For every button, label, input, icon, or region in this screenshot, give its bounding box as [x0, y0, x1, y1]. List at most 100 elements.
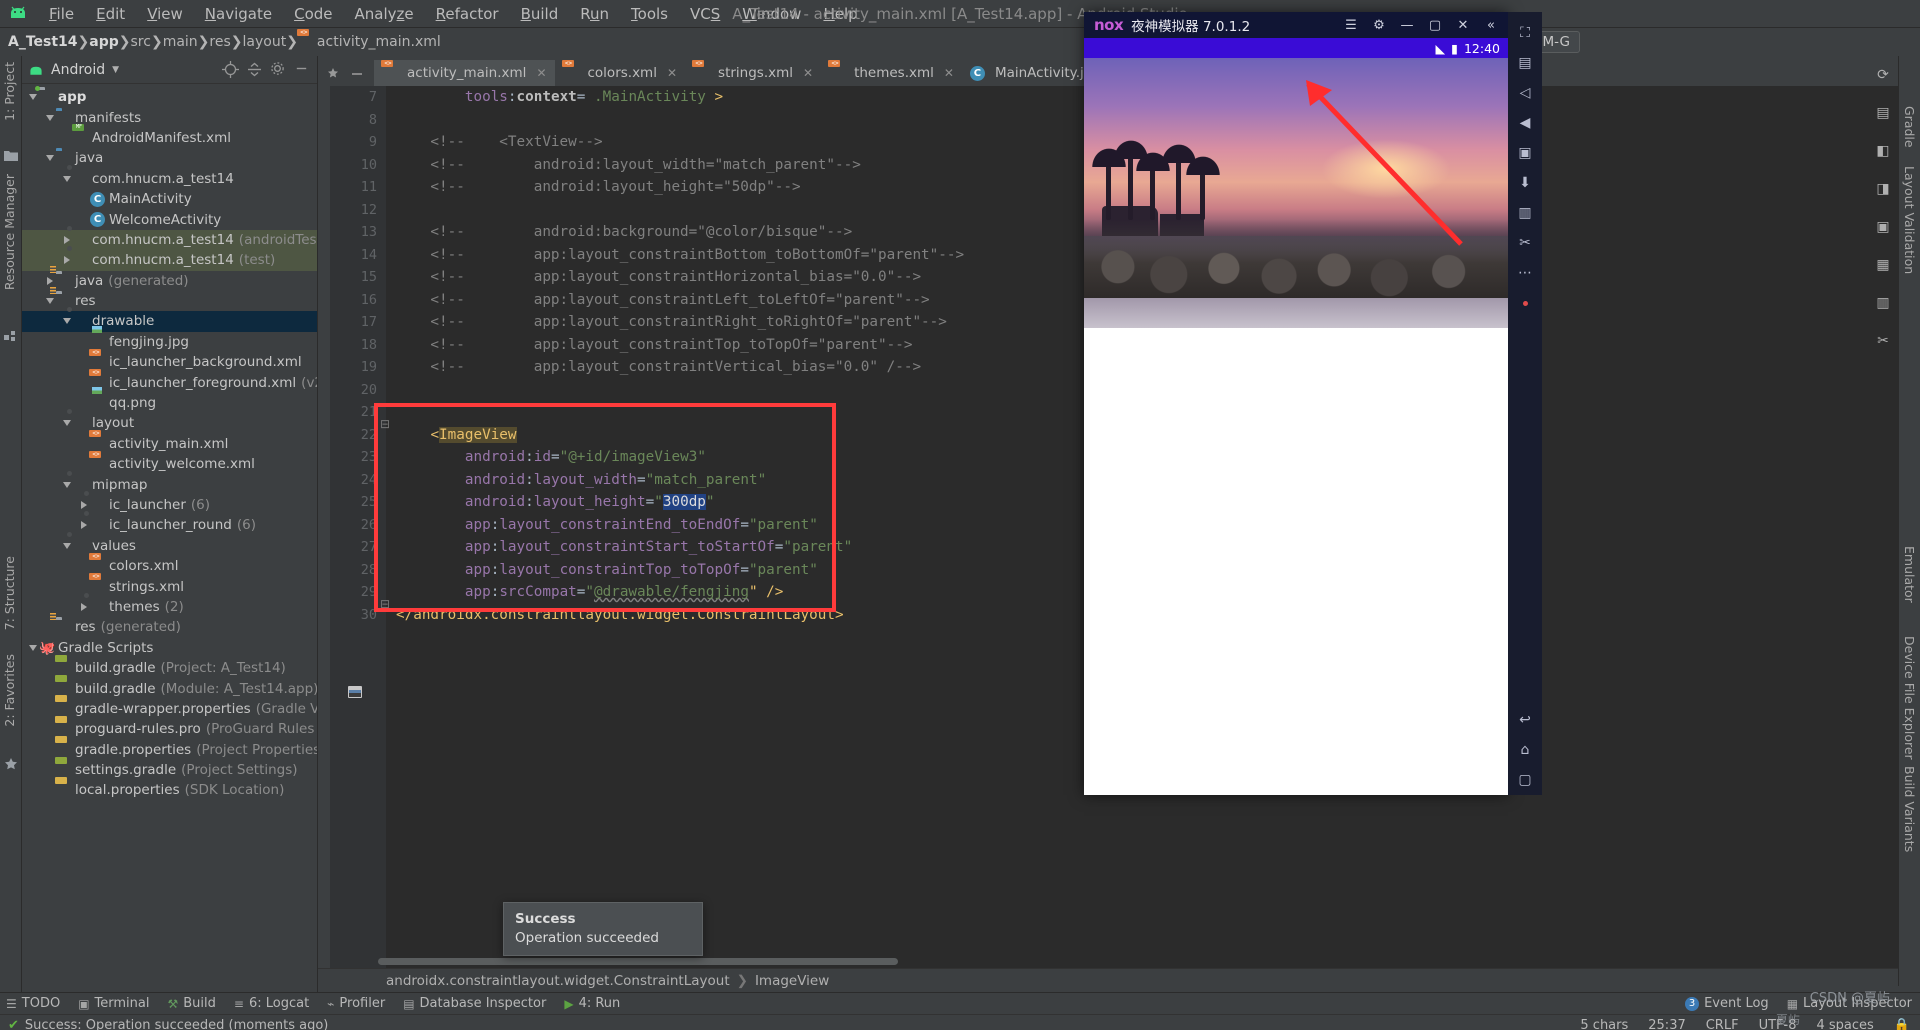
editor-tab-themes-xml[interactable]: <> themes.xml ✕: [821, 60, 962, 86]
screenshot-icon[interactable]: ▣: [1868, 208, 1898, 246]
close-icon[interactable]: ✕: [803, 66, 813, 80]
tree-item-ic-launcher-foreground-xml[interactable]: <>ic_launcher_foreground.xml(v24): [22, 369, 317, 392]
tree-item-androidmanifest-xml[interactable]: MF AndroidManifest.xml: [22, 124, 317, 148]
breadcrumb-item-6[interactable]: activity_main.xml: [317, 34, 441, 50]
image-preview-gutter-icon[interactable]: [348, 686, 362, 698]
tree-item-app[interactable]: app: [22, 85, 317, 107]
expand-arrow-icon[interactable]: [43, 298, 56, 305]
device-screen[interactable]: [1084, 58, 1508, 795]
camera-icon[interactable]: ▦: [1868, 246, 1898, 284]
collapse-icon[interactable]: «: [1478, 13, 1504, 37]
menu-edit[interactable]: Edit: [85, 3, 136, 25]
breadcrumb-item-0[interactable]: A_Test14: [8, 34, 78, 50]
back-icon[interactable]: ↩: [1508, 705, 1542, 735]
tree-item-themes[interactable]: themes (2): [22, 597, 317, 617]
fold-marker-icon[interactable]: ⊟: [380, 417, 390, 431]
close-icon[interactable]: ✕: [536, 66, 546, 80]
tree-item-com-hnucm-a-test14[interactable]: com.hnucm.a_test14: [22, 169, 317, 189]
tree-item-drawable[interactable]: drawable: [22, 311, 317, 332]
editor-breadcrumb-item-0[interactable]: androidx.constraintlayout.widget.Constra…: [386, 973, 730, 989]
pin-icon[interactable]: [326, 66, 340, 80]
menu-vcs[interactable]: VCS: [679, 3, 731, 25]
nox-emulator-window[interactable]: nox 夜神模拟器 7.0.1.2 ☰ ⚙ — ▢ ✕ « ◣ ▮ 12:40: [1084, 12, 1508, 795]
tree-item-com-hnucm-a-test14[interactable]: com.hnucm.a_test14 (test): [22, 250, 317, 271]
tree-item-activity-welcome-xml[interactable]: <> activity_welcome.xml: [22, 451, 317, 474]
recents-icon[interactable]: ▢: [1508, 765, 1542, 795]
close-icon[interactable]: ✕: [944, 66, 954, 80]
folder-icon[interactable]: [4, 146, 18, 161]
star-icon[interactable]: [4, 756, 18, 770]
volume-down-icon[interactable]: ◀: [1508, 108, 1542, 138]
target-icon[interactable]: [222, 61, 239, 78]
volume-icon[interactable]: ◧: [1868, 132, 1898, 170]
tree-item-manifests[interactable]: manifests: [22, 107, 317, 127]
fullscreen-icon[interactable]: ⛶: [1508, 18, 1542, 48]
expand-arrow-icon[interactable]: [60, 481, 73, 488]
gradle-refresh-icon[interactable]: ⟳: [1868, 56, 1898, 94]
expand-arrow-icon[interactable]: [43, 155, 56, 162]
bottom-tab-logcat[interactable]: ≡ 6: Logcat: [234, 996, 309, 1011]
expand-arrow-icon[interactable]: [26, 94, 39, 101]
install-apk-icon[interactable]: ⬇: [1508, 168, 1542, 198]
tree-item-fengjing-jpg[interactable]: fengjing.jpg: [22, 332, 317, 352]
rail-item-favorites[interactable]: 2: Favorites: [2, 654, 17, 727]
rotate-icon[interactable]: ◨: [1868, 170, 1898, 208]
collapse-all-icon[interactable]: [246, 61, 263, 78]
layout-validation-icon[interactable]: ▤: [1868, 94, 1898, 132]
tree-item-strings-xml[interactable]: <> strings.xml: [22, 573, 317, 596]
breadcrumb-item-1[interactable]: app: [89, 34, 119, 50]
rail-item-device-file-explorer[interactable]: Device File Explorer: [1902, 636, 1917, 760]
menu-navigate[interactable]: Navigate: [194, 3, 283, 25]
expand-arrow-icon[interactable]: [60, 420, 73, 427]
project-tree[interactable]: app manifests MF AndroidManifest.xml java com…: [22, 84, 317, 992]
tree-item-res[interactable]: res (generated): [22, 617, 317, 637]
rail-item-resource-manager[interactable]: Resource Manager: [2, 174, 17, 290]
expand-arrow-icon[interactable]: [60, 175, 73, 182]
maximize-icon[interactable]: ▢: [1422, 13, 1448, 37]
bottom-tab-terminal[interactable]: ▣ Terminal: [78, 996, 149, 1011]
tree-item-mainactivity[interactable]: C MainActivity: [22, 189, 317, 209]
expand-arrow-icon[interactable]: [60, 318, 73, 325]
bottom-tab-run[interactable]: ▶ 4: Run: [564, 996, 620, 1011]
tree-item-ic-launcher-background-xml[interactable]: <> ic_launcher_background.xml: [22, 349, 317, 372]
editor-breadcrumb-item-1[interactable]: ImageView: [755, 973, 829, 989]
minimize-icon[interactable]: [350, 66, 364, 80]
collapse-arrow-icon[interactable]: [77, 602, 90, 611]
menu-file[interactable]: FFileile: [38, 3, 85, 25]
tree-item-layout[interactable]: layout: [22, 413, 317, 433]
breadcrumb-item-3[interactable]: main: [163, 34, 198, 50]
bottom-tab-event-log[interactable]: 3 Event Log: [1685, 996, 1769, 1011]
collapse-arrow-icon[interactable]: [43, 276, 56, 285]
breadcrumb-item-2[interactable]: src: [131, 34, 151, 50]
scissors-icon[interactable]: ✂: [1868, 322, 1898, 360]
tree-item-activity-main-xml[interactable]: <> activity_main.xml: [22, 430, 317, 454]
bottom-tab-database-inspector[interactable]: ▤ Database Inspector: [403, 996, 546, 1011]
rail-item-emulator[interactable]: Emulator: [1902, 546, 1917, 603]
tree-item-ic-launcher[interactable]: ic_launcher (6): [22, 495, 317, 515]
chevron-down-icon[interactable]: ▼: [112, 65, 119, 75]
keyboard-icon[interactable]: ▤: [1508, 48, 1542, 78]
settings-gear-icon[interactable]: ⚙: [1366, 13, 1392, 37]
status-line-separator[interactable]: CRLF: [1706, 1018, 1739, 1030]
bottom-tab-build[interactable]: ⚒ Build: [167, 996, 215, 1011]
lock-icon[interactable]: 🔒: [1894, 1018, 1910, 1030]
rail-item-project[interactable]: 1: Project: [2, 62, 17, 121]
breadcrumb-item-5[interactable]: layout: [243, 34, 287, 50]
collapse-arrow-icon[interactable]: [60, 256, 73, 265]
rail-item-gradle[interactable]: Gradle: [1902, 106, 1917, 148]
scissors-icon[interactable]: ✂: [1508, 228, 1542, 258]
menu-build[interactable]: Build: [510, 3, 570, 25]
project-view-selector[interactable]: Android: [51, 62, 105, 78]
menu-icon[interactable]: ☰: [1338, 13, 1364, 37]
menu-view[interactable]: View: [136, 3, 194, 25]
home-icon[interactable]: ⌂: [1508, 735, 1542, 765]
menu-tools[interactable]: Tools: [620, 3, 679, 25]
menu-run[interactable]: Run: [569, 3, 620, 25]
close-icon[interactable]: ✕: [667, 66, 677, 80]
expand-arrow-icon[interactable]: [60, 542, 73, 549]
briefcase-icon[interactable]: ▥: [1868, 284, 1898, 322]
fold-marker-icon[interactable]: ⊟: [380, 597, 390, 611]
expand-arrow-icon[interactable]: [26, 644, 39, 651]
menu-refactor[interactable]: Refactor: [425, 3, 510, 25]
tree-item-mipmap[interactable]: mipmap: [22, 474, 317, 494]
